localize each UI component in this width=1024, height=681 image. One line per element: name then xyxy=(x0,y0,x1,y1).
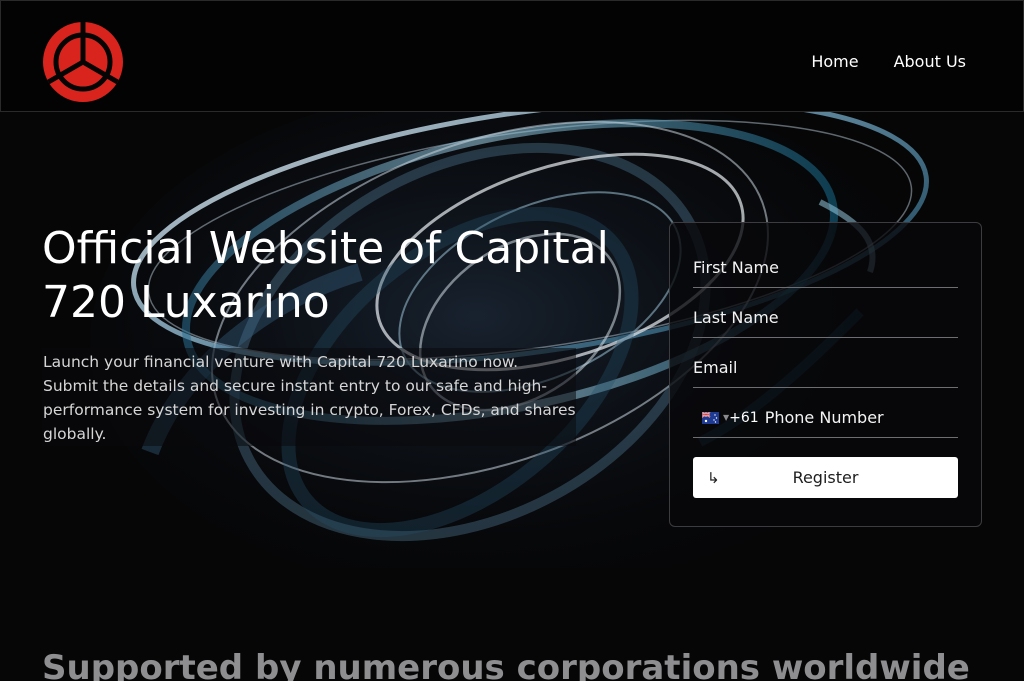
phone-input[interactable] xyxy=(764,408,958,427)
logo-icon[interactable] xyxy=(43,22,123,102)
australia-flag-icon xyxy=(702,411,719,424)
nav-about-us-link[interactable]: About Us xyxy=(894,52,966,72)
first-name-field-wrapper xyxy=(693,248,958,288)
register-button[interactable]: ↳ Register xyxy=(693,457,958,498)
arrow-turn-down-right-icon: ↳ xyxy=(707,469,720,487)
support-section-title: Supported by numerous corporations world… xyxy=(42,648,970,681)
nav-home-link[interactable]: Home xyxy=(811,52,858,72)
registration-form: ▼ +61 ↳ Register xyxy=(669,222,982,527)
last-name-input[interactable] xyxy=(693,308,958,327)
phone-dial-code: +61 xyxy=(729,409,759,426)
page: Home About Us Official Website of Capita… xyxy=(0,0,1024,681)
phone-field-wrapper: ▼ +61 xyxy=(693,398,958,438)
main-nav: Home About Us xyxy=(811,52,966,72)
first-name-input[interactable] xyxy=(693,258,958,277)
site-header: Home About Us xyxy=(0,0,1024,112)
country-code-selector[interactable]: ▼ xyxy=(693,411,729,424)
hero-description: Launch your financial venture with Capit… xyxy=(42,348,576,446)
hero-section: Official Website of Capital 720 Luxarino… xyxy=(0,112,1024,568)
hero-title: Official Website of Capital 720 Luxarino xyxy=(42,223,609,328)
email-input[interactable] xyxy=(693,358,958,377)
email-field-wrapper xyxy=(693,348,958,388)
last-name-field-wrapper xyxy=(693,298,958,338)
register-button-label: Register xyxy=(792,468,859,487)
